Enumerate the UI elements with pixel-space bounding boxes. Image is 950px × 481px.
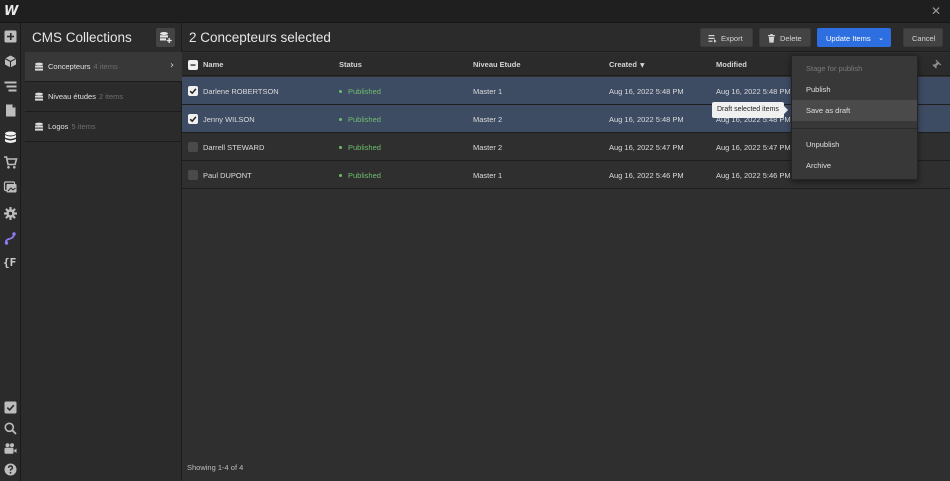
finsweet-icon[interactable]: {F — [3, 255, 18, 270]
panel-title: CMS Collections — [32, 30, 132, 45]
collection-label: Niveau études — [48, 92, 96, 101]
collection-icon — [34, 62, 44, 72]
cell-status: Published — [339, 87, 381, 96]
cell-created: Aug 16, 2022 5:46 PM — [609, 171, 684, 180]
row-checkbox[interactable] — [188, 170, 198, 180]
cell-status: Published — [339, 171, 381, 180]
column-header-name[interactable]: Name — [203, 60, 223, 69]
collection-count: 4 items — [93, 62, 118, 71]
update-items-menu: Stage for publish Publish Save as draft … — [791, 55, 918, 180]
cell-name: Jenny WILSON — [203, 115, 255, 124]
cell-name: Paul DUPONT — [203, 171, 252, 180]
cell-niveau: Master 2 — [473, 143, 503, 152]
cell-created: Aug 16, 2022 5:48 PM — [609, 87, 684, 96]
ecommerce-icon[interactable] — [3, 155, 18, 170]
settings-icon[interactable] — [3, 206, 18, 221]
status-dot-icon — [339, 89, 342, 93]
cell-niveau: Master 2 — [473, 115, 503, 124]
items-header: 2 Concepteurs selected Export Delete Upd… — [182, 23, 950, 52]
top-bar: W ✕ — [0, 0, 950, 23]
update-items-button[interactable]: Update Items ⌄ — [817, 28, 891, 47]
chevron-down-icon: ⌄ — [878, 34, 884, 42]
cell-niveau: Master 1 — [473, 171, 503, 180]
cell-created: Aug 16, 2022 5:47 PM — [609, 143, 684, 152]
export-label: Export — [721, 34, 743, 43]
page-title: 2 Concepteurs selected — [189, 30, 331, 45]
collection-item-niveau-etudes[interactable]: Niveau études 2 items — [25, 82, 182, 112]
column-header-niveau[interactable]: Niveau Etude — [473, 60, 521, 69]
column-header-modified[interactable]: Modified — [716, 60, 747, 69]
update-items-label: Update Items — [826, 34, 871, 43]
column-header-created-label: Created — [609, 60, 637, 69]
status-label: Published — [348, 87, 381, 96]
select-all-checkbox[interactable] — [188, 60, 198, 70]
collection-icon — [34, 122, 44, 132]
menu-item-save-as-draft[interactable]: Save as draft — [792, 100, 917, 121]
menu-item-stage-for-publish: Stage for publish — [806, 64, 863, 73]
add-collection-button[interactable] — [156, 28, 175, 47]
collection-item-concepteurs[interactable]: Concepteurs 4 items › — [25, 52, 182, 82]
cell-name: Darrell STEWARD — [203, 143, 265, 152]
navigator-icon[interactable] — [3, 79, 18, 94]
logic-icon[interactable] — [3, 231, 18, 246]
menu-item-archive[interactable]: Archive — [792, 155, 917, 176]
pagination-info: Showing 1-4 of 4 — [187, 463, 244, 472]
cell-modified: Aug 16, 2022 5:48 PM — [716, 87, 791, 96]
cms-icon[interactable] — [3, 130, 18, 145]
status-label: Published — [348, 115, 381, 124]
column-header-created[interactable]: Created ▼ — [609, 60, 645, 69]
collections-panel: CMS Collections Concepteurs 4 items › Niv… — [25, 23, 182, 481]
pin-icon[interactable] — [932, 59, 942, 69]
cell-created: Aug 16, 2022 5:48 PM — [609, 115, 684, 124]
delete-button[interactable]: Delete — [759, 28, 811, 47]
search-icon[interactable] — [3, 421, 18, 436]
export-icon — [708, 34, 717, 43]
status-dot-icon — [339, 145, 342, 149]
tooltip: Draft selected items — [712, 102, 788, 118]
collection-item-logos[interactable]: Logos 5 items — [25, 112, 182, 142]
collection-count: 5 items — [71, 122, 96, 131]
delete-label: Delete — [780, 34, 802, 43]
sort-down-icon: ▼ — [639, 62, 645, 69]
video-icon[interactable] — [3, 441, 18, 456]
menu-item-unpublish[interactable]: Unpublish — [792, 134, 917, 155]
export-button[interactable]: Export — [700, 28, 753, 47]
menu-item-publish[interactable]: Publish — [792, 79, 917, 100]
row-checkbox[interactable] — [188, 142, 198, 152]
chevron-right-icon: › — [170, 60, 174, 71]
collection-icon — [34, 92, 44, 102]
left-toolbar: {F — [0, 23, 21, 481]
cancel-label: Cancel — [912, 34, 936, 43]
collection-count: 2 items — [98, 92, 124, 101]
cell-modified: Aug 16, 2022 5:47 PM — [716, 143, 791, 152]
cell-name: Darlene ROBERTSON — [203, 87, 279, 96]
status-dot-icon — [339, 173, 342, 177]
webflow-logo[interactable]: W — [4, 5, 20, 18]
collection-label: Concepteurs — [48, 62, 91, 71]
cell-modified: Aug 16, 2022 5:46 PM — [716, 171, 791, 180]
add-panel-icon[interactable] — [3, 29, 18, 44]
row-checkbox[interactable] — [188, 86, 198, 96]
assets-icon[interactable] — [3, 180, 18, 195]
trash-icon — [767, 34, 776, 43]
row-checkbox[interactable] — [188, 114, 198, 124]
cell-status: Published — [339, 115, 381, 124]
status-dot-icon — [339, 117, 342, 121]
components-icon[interactable] — [3, 54, 18, 69]
pages-icon[interactable] — [3, 103, 18, 118]
status-label: Published — [348, 143, 381, 152]
help-icon[interactable] — [3, 462, 18, 477]
menu-divider — [792, 128, 917, 129]
cell-status: Published — [339, 143, 381, 152]
audit-icon[interactable] — [3, 400, 18, 415]
column-header-status[interactable]: Status — [339, 60, 362, 69]
cancel-button[interactable]: Cancel — [903, 28, 943, 47]
cell-niveau: Master 1 — [473, 87, 503, 96]
collection-label: Logos — [48, 122, 69, 131]
close-icon[interactable]: ✕ — [929, 4, 943, 18]
status-label: Published — [348, 171, 381, 180]
